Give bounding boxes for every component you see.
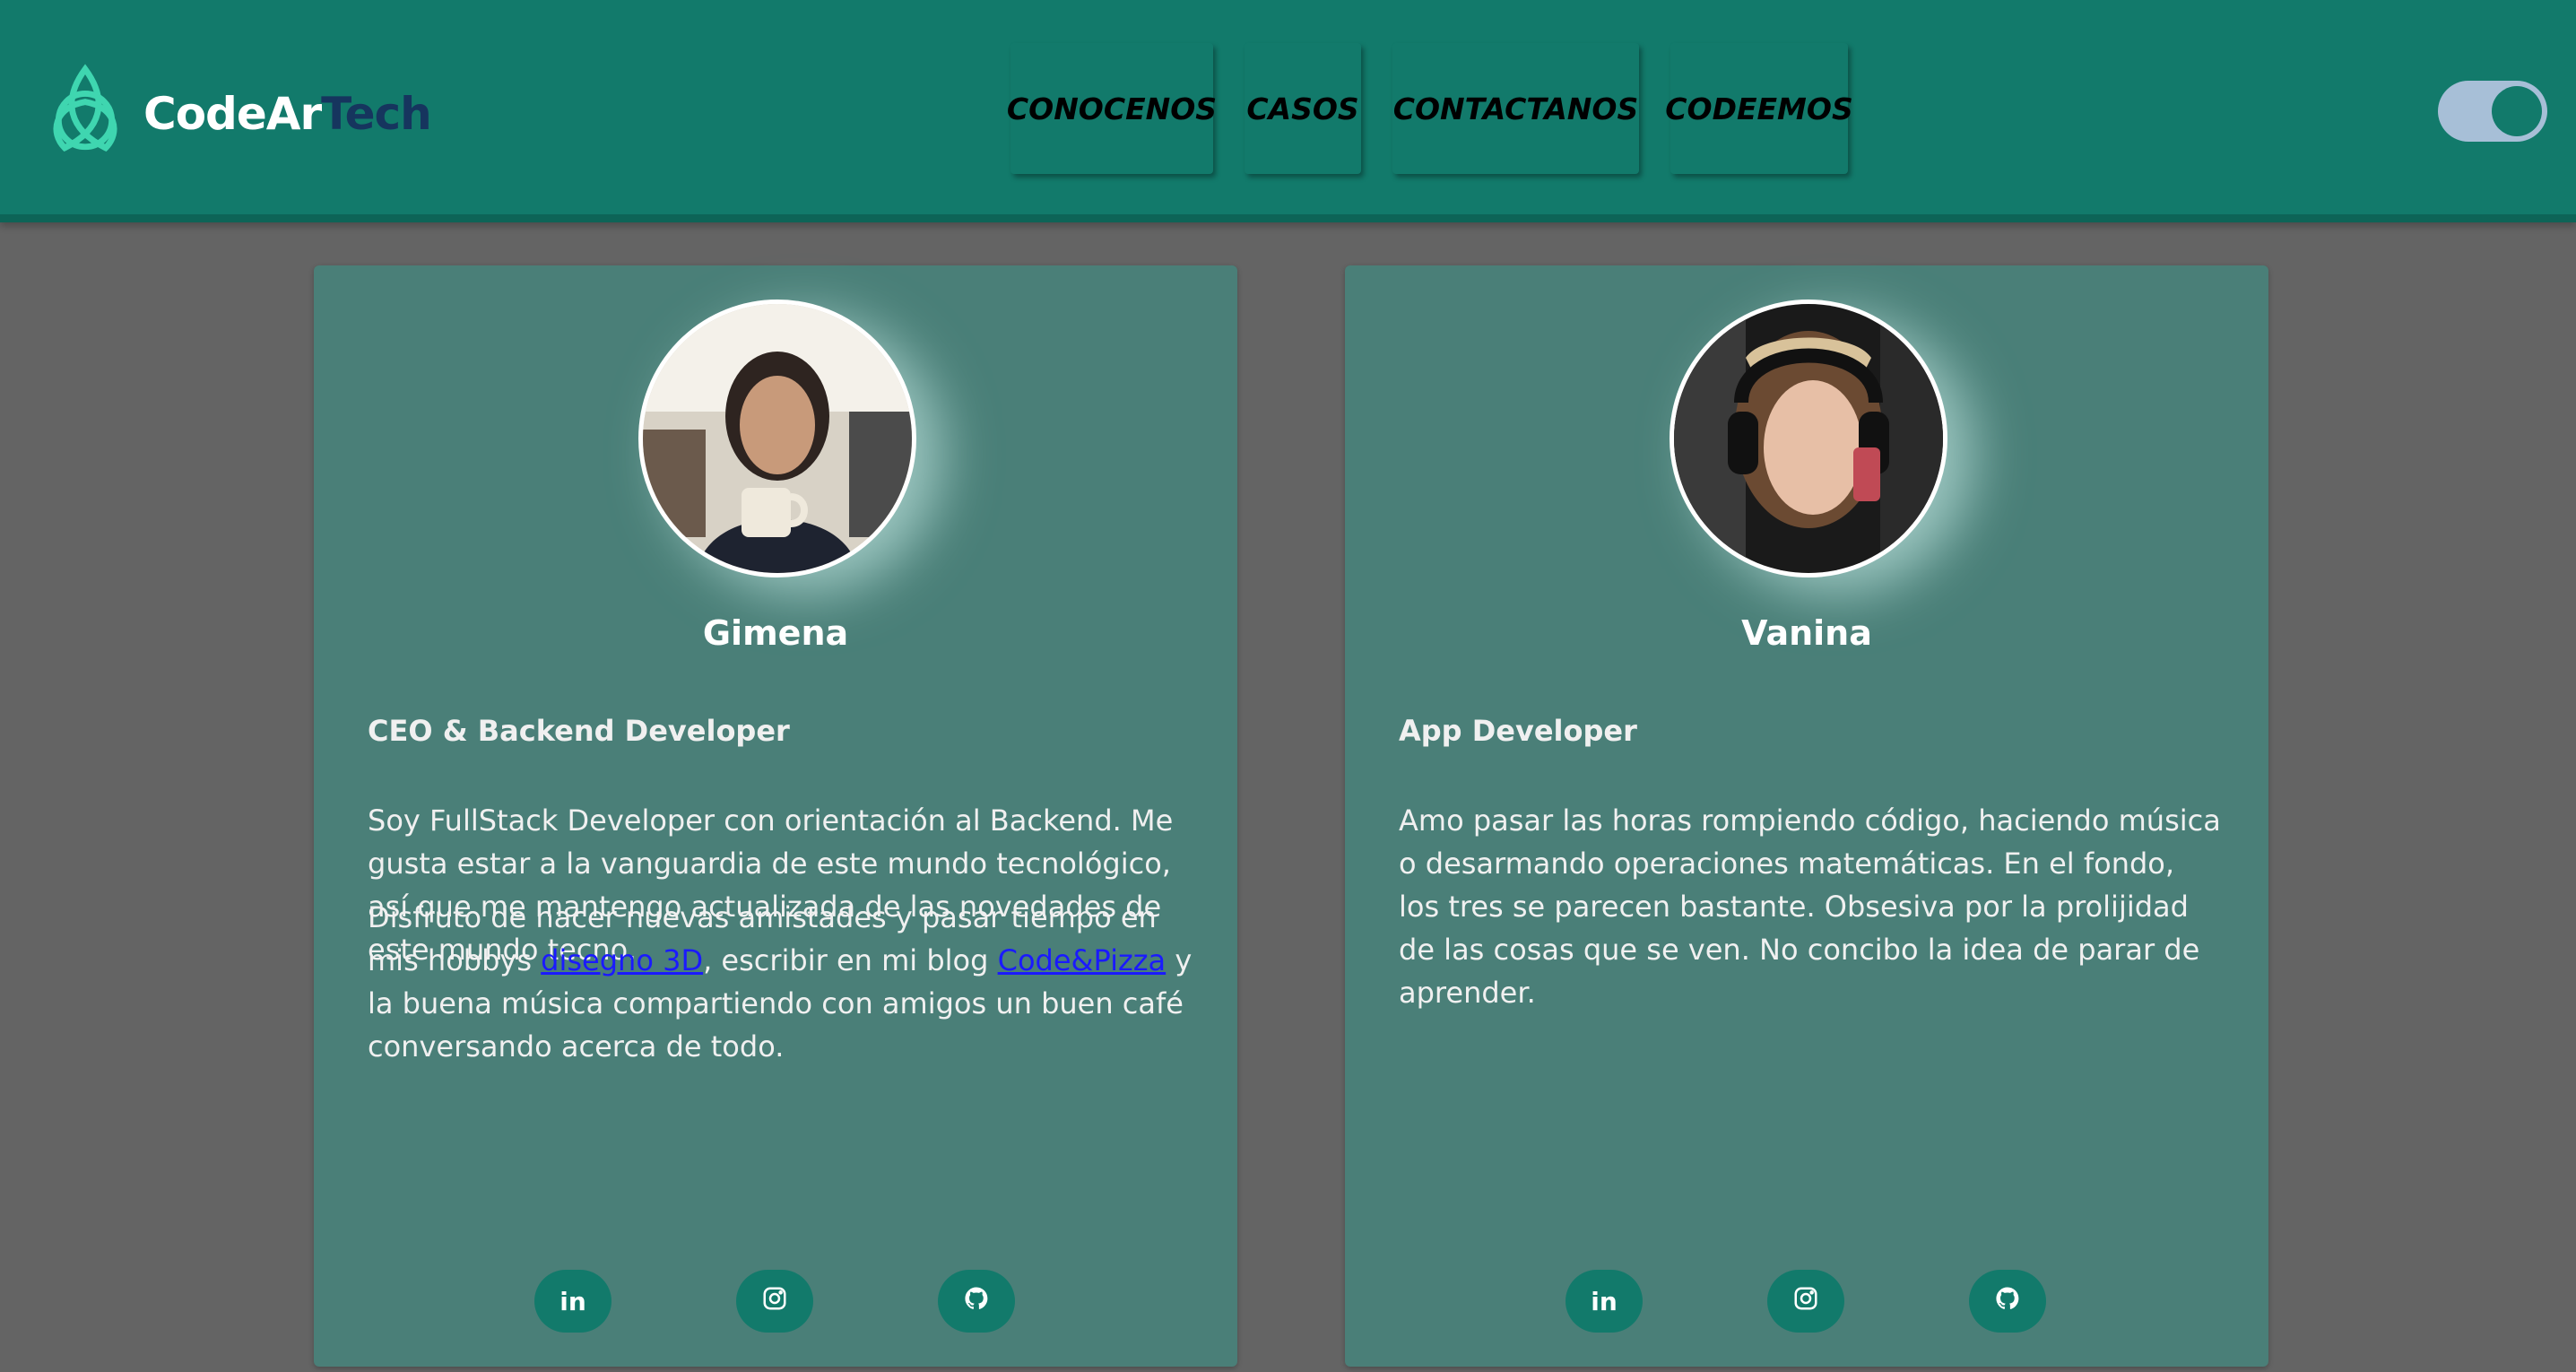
linkedin-button[interactable]: in <box>1566 1270 1643 1333</box>
toggle-knob <box>2492 86 2542 136</box>
instagram-button[interactable] <box>736 1270 813 1333</box>
github-button[interactable] <box>1969 1270 2046 1333</box>
triquetra-logo-icon <box>34 61 136 167</box>
nav-casos[interactable]: CASOS <box>1245 43 1361 174</box>
brand-name-part2: Tech <box>321 88 432 140</box>
nav-conocenos[interactable]: CONOCENOS <box>1007 43 1217 174</box>
linkedin-button[interactable]: in <box>534 1270 611 1333</box>
member-bio: Amo pasar las horas rompiendo código, ha… <box>1399 803 2221 1010</box>
avatar-photo-vanina <box>1674 304 1943 573</box>
nav-contactanos[interactable]: CONTACTANOS <box>1392 43 1639 174</box>
member-bio-hobbies: Disfruto de hacer nuevas amistades y pas… <box>368 896 1193 1068</box>
link-disegno-3d[interactable]: disegno 3D <box>541 943 703 977</box>
link-code-pizza[interactable]: Code&Pizza <box>998 943 1167 977</box>
member-role: CEO & Backend Developer <box>368 714 790 748</box>
brand-name-part1: CodeAr <box>143 88 322 140</box>
member-role: App Developer <box>1399 714 1637 748</box>
linkedin-icon: in <box>1591 1286 1618 1316</box>
github-icon <box>1994 1285 2021 1318</box>
member-name: Gimena <box>702 613 849 653</box>
site-header: CodeArTech CONOCENOS CASOS CONTACTANOS C… <box>0 0 2576 222</box>
github-icon <box>963 1285 990 1318</box>
team-card-gimena: Gimena CEO & Backend Developer Soy FullS… <box>314 265 1237 1367</box>
brand-name: CodeArTech <box>143 88 432 140</box>
bio-text: , escribir en mi blog <box>703 943 998 977</box>
avatar <box>638 300 916 577</box>
theme-toggle[interactable] <box>2438 81 2547 142</box>
instagram-icon <box>1792 1285 1819 1318</box>
instagram-icon <box>761 1285 788 1318</box>
avatar <box>1670 300 1947 577</box>
avatar-photo-gimena <box>643 304 912 573</box>
instagram-button[interactable] <box>1767 1270 1844 1333</box>
github-button[interactable] <box>938 1270 1015 1333</box>
member-name: Vanina <box>1741 613 1872 653</box>
linkedin-icon: in <box>559 1286 586 1316</box>
nav-codeemos[interactable]: CODEEMOS <box>1665 43 1853 174</box>
logo[interactable]: CodeArTech <box>34 61 432 167</box>
team-card-vanina: Vanina App Developer Amo pasar las horas… <box>1345 265 2268 1367</box>
